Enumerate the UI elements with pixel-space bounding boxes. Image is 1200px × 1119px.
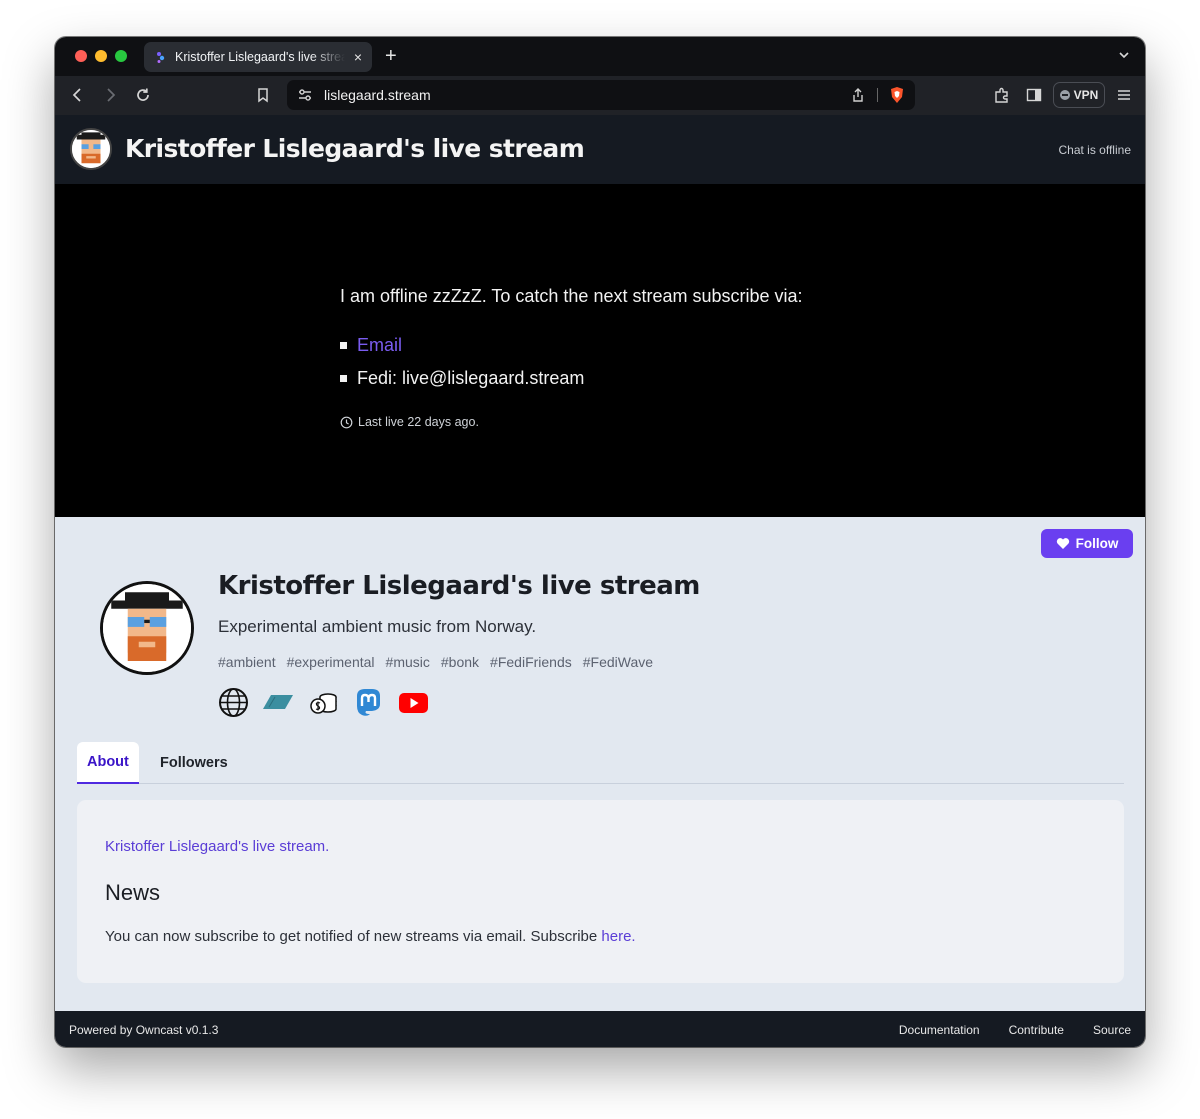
tag: #FediFriends xyxy=(490,654,572,670)
minimize-window-button[interactable] xyxy=(95,50,107,62)
vpn-label: VPN xyxy=(1073,88,1099,102)
tag: #ambient xyxy=(218,654,276,670)
globe-icon[interactable] xyxy=(218,687,249,718)
brave-shields-icon[interactable] xyxy=(888,86,906,104)
tab-about[interactable]: About xyxy=(77,742,139,784)
header-avatar[interactable] xyxy=(70,128,112,170)
urlbar-divider xyxy=(877,88,878,102)
profile-name: Kristoffer Lislegaard's live stream xyxy=(218,571,700,601)
address-bar[interactable]: lislegaard.stream xyxy=(287,80,915,110)
pixel-avatar-icon xyxy=(72,130,110,168)
chat-status: Chat is offline xyxy=(1058,143,1132,157)
footer-link-documentation[interactable]: Documentation xyxy=(899,1023,980,1037)
site-settings-icon[interactable] xyxy=(297,87,313,103)
hamburger-menu-icon[interactable] xyxy=(1115,86,1133,104)
pixel-avatar-icon xyxy=(103,584,191,672)
close-window-button[interactable] xyxy=(75,50,87,62)
profile-section: Follow Kristoffer Lislegaard's live stre… xyxy=(55,517,1145,1011)
browser-tab-title: Kristoffer Lislegaard's live stream xyxy=(175,50,345,64)
coins-icon[interactable] xyxy=(308,687,339,718)
bullet-icon xyxy=(340,342,347,349)
news-text-body: You can now subscribe to get notified of… xyxy=(105,928,602,945)
powered-by[interactable]: Powered by Owncast v0.1.3 xyxy=(69,1023,218,1037)
bookmark-icon[interactable] xyxy=(254,86,272,104)
offline-message: I am offline zzZzZ. To catch the next st… xyxy=(340,286,803,306)
follow-button[interactable]: Follow xyxy=(1041,529,1133,558)
browser-tab-active[interactable]: Kristoffer Lislegaard's live stream × xyxy=(144,42,372,72)
footer-links: Documentation Contribute Source xyxy=(899,1023,1131,1037)
footer-link-contribute[interactable]: Contribute xyxy=(1009,1023,1064,1037)
subscribe-here-link[interactable]: here. xyxy=(601,928,635,945)
browser-toolbar: lislegaard.stream VPN xyxy=(55,76,1145,115)
last-live-text: Last live 22 days ago. xyxy=(358,415,479,429)
offline-content: I am offline zzZzZ. To catch the next st… xyxy=(340,286,803,429)
header-title: Kristoffer Lislegaard's live stream xyxy=(125,134,585,163)
heart-icon xyxy=(1056,538,1069,549)
last-live: Last live 22 days ago. xyxy=(340,415,803,429)
subscribe-item-email: Email xyxy=(340,329,803,362)
tag: #FediWave xyxy=(582,654,654,670)
fedi-address: Fedi: live@lislegaard.stream xyxy=(357,368,585,388)
follow-label: Follow xyxy=(1075,536,1119,551)
tag: #experimental xyxy=(286,654,375,670)
sidebar-toggle-icon[interactable] xyxy=(1025,86,1043,104)
tag: #bonk xyxy=(440,654,480,670)
social-links xyxy=(218,687,429,718)
site-footer: Powered by Owncast v0.1.3 Documentation … xyxy=(55,1011,1145,1047)
profile-tabs: About Followers xyxy=(77,742,1124,784)
email-link[interactable]: Email xyxy=(357,335,402,356)
chevron-down-icon[interactable] xyxy=(1118,49,1130,61)
subscribe-item-fedi: Fedi: live@lislegaard.stream xyxy=(340,362,803,395)
news-heading: News xyxy=(105,880,161,905)
owncast-favicon-icon xyxy=(157,51,165,63)
liberapay-icon[interactable] xyxy=(263,687,294,718)
browser-tabstrip: Kristoffer Lislegaard's live stream × + xyxy=(55,37,1145,76)
share-icon[interactable] xyxy=(850,87,866,103)
subscribe-list: Email Fedi: live@lislegaard.stream xyxy=(340,329,803,395)
youtube-icon[interactable] xyxy=(398,687,429,718)
footer-link-source[interactable]: Source xyxy=(1093,1023,1131,1037)
tag: #music xyxy=(385,654,430,670)
vpn-status-icon xyxy=(1059,90,1070,100)
extensions-icon[interactable] xyxy=(993,86,1011,104)
profile-description: Experimental ambient music from Norway. xyxy=(218,617,537,636)
forward-arrow-icon[interactable] xyxy=(101,86,119,104)
tab-followers[interactable]: Followers xyxy=(150,742,238,784)
clock-icon xyxy=(340,416,353,428)
maximize-window-button[interactable] xyxy=(115,50,127,62)
bullet-icon xyxy=(340,375,347,382)
back-arrow-icon[interactable] xyxy=(69,86,87,104)
profile-avatar xyxy=(100,581,194,675)
reload-icon[interactable] xyxy=(134,86,152,104)
offline-banner: I am offline zzZzZ. To catch the next st… xyxy=(55,184,1145,517)
site-header: Kristoffer Lislegaard's live stream Chat… xyxy=(55,115,1145,184)
url-text: lislegaard.stream xyxy=(324,87,431,103)
new-tab-button[interactable]: + xyxy=(385,44,397,68)
browser-window: Kristoffer Lislegaard's live stream × + xyxy=(55,37,1145,1047)
tab-close-icon[interactable]: × xyxy=(354,50,362,64)
news-text: You can now subscribe to get notified of… xyxy=(105,928,636,945)
vpn-button[interactable]: VPN xyxy=(1053,82,1105,108)
about-intro-link[interactable]: Kristoffer Lislegaard's live stream. xyxy=(105,838,329,855)
about-card: Kristoffer Lislegaard's live stream. New… xyxy=(77,800,1124,983)
tag-list: #ambient #experimental #music #bonk #Fed… xyxy=(218,654,653,670)
mastodon-icon[interactable] xyxy=(353,687,384,718)
